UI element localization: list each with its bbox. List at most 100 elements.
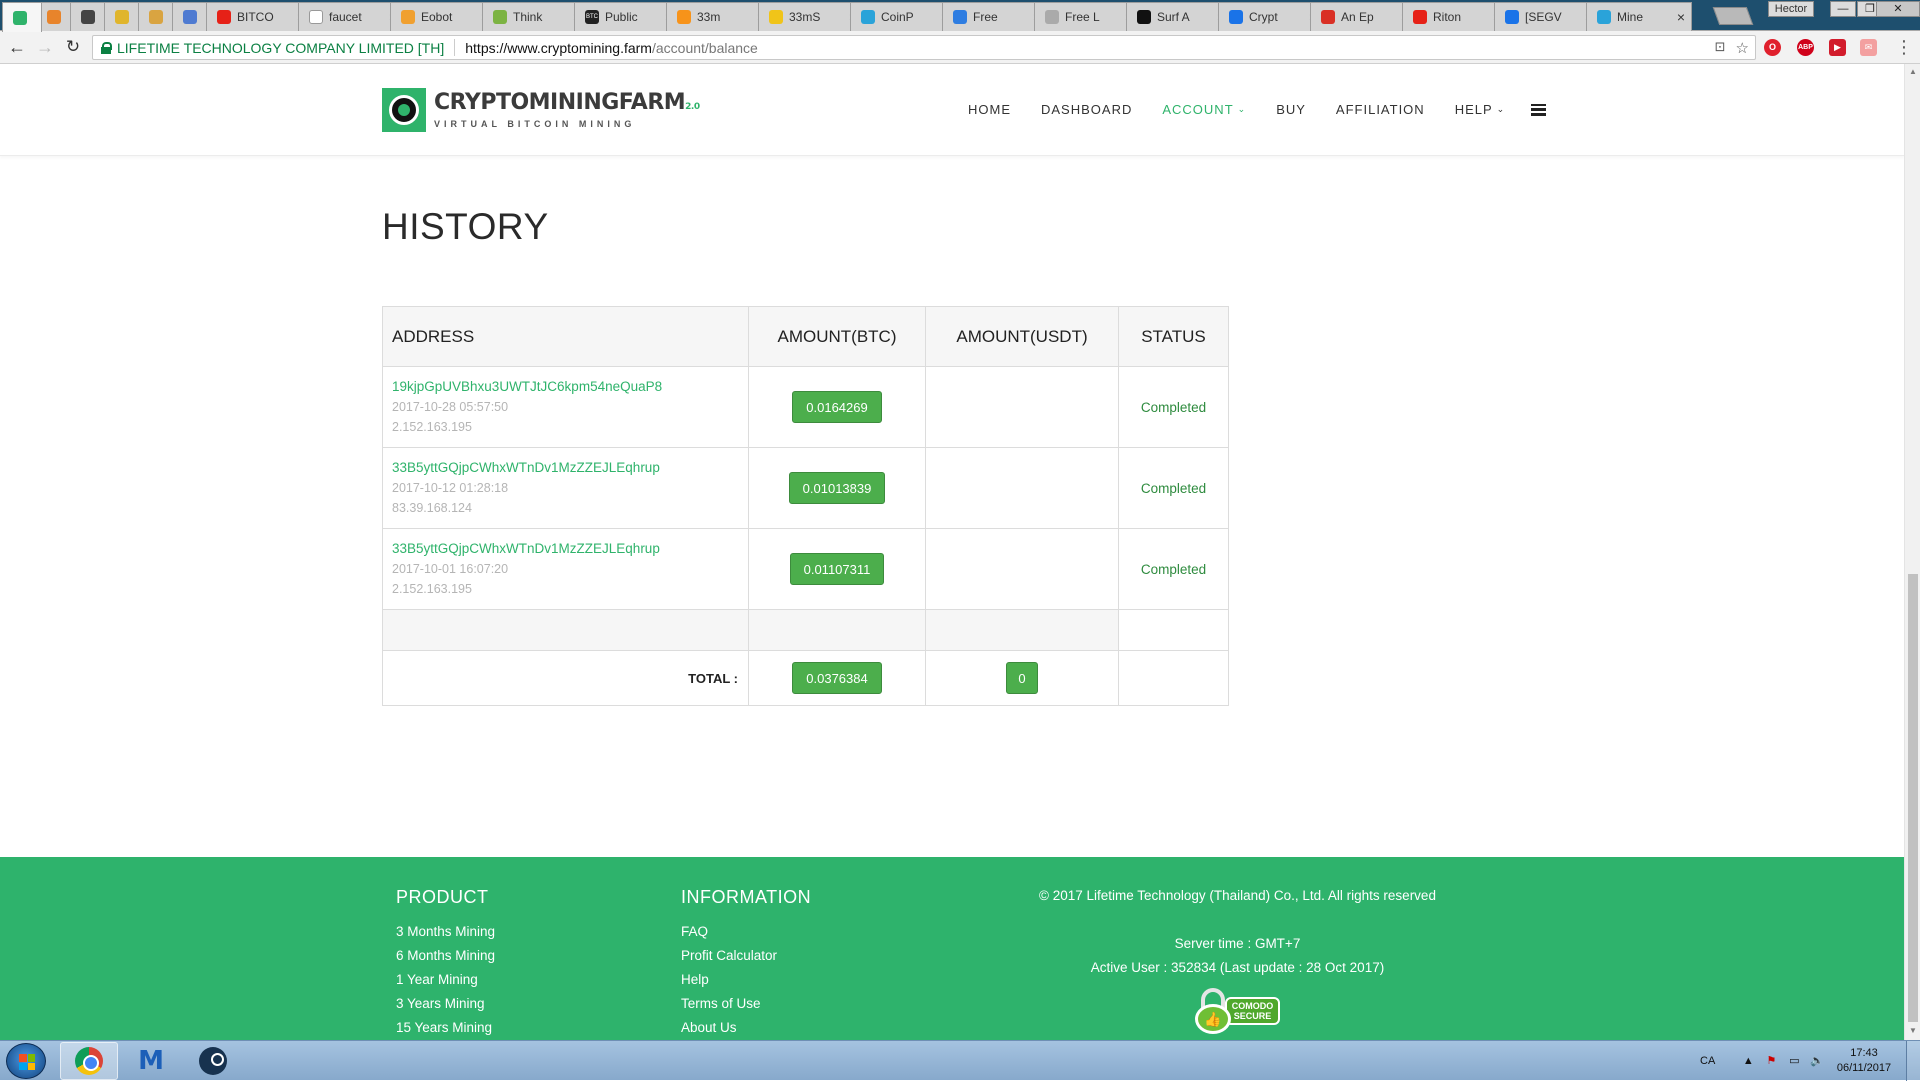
browser-tab[interactable]: 33mS× xyxy=(758,2,864,31)
nav-affiliation[interactable]: AFFILIATION xyxy=(1336,102,1425,117)
youtube-extension-icon[interactable]: ▶ xyxy=(1829,39,1846,56)
footer-link[interactable]: 15 Years Mining xyxy=(396,1016,495,1040)
hamburger-menu-icon[interactable] xyxy=(1531,103,1547,116)
tab-title: Think xyxy=(513,10,543,24)
footer-link[interactable]: FAQ xyxy=(681,920,811,944)
amount-btc-cell: 0.01107311 xyxy=(748,528,926,610)
browser-tab[interactable]: 33m× xyxy=(666,2,772,31)
forward-icon[interactable]: → xyxy=(34,37,56,59)
total-label: TOTAL : xyxy=(382,650,749,706)
back-icon[interactable]: ← xyxy=(6,37,28,59)
footer-link[interactable]: Profit Calculator xyxy=(681,944,811,968)
scrollbar-thumb[interactable] xyxy=(1908,574,1918,1022)
browser-tab[interactable]: Riton× xyxy=(1402,2,1508,31)
browser-tab[interactable]: Free× xyxy=(942,2,1048,31)
scroll-up-icon[interactable]: ▲ xyxy=(1908,67,1918,76)
address-bar[interactable]: LIFETIME TECHNOLOGY COMPANY LIMITED [TH]… xyxy=(92,35,1756,60)
browser-tab-strip: Hector — ❐ ✕ BITCO×faucet×Eobot×Think×BT… xyxy=(0,0,1920,32)
close-tab-icon[interactable]: × xyxy=(1677,9,1685,25)
browser-tab[interactable]: Free L× xyxy=(1034,2,1140,31)
browser-tab[interactable]: [SEGV× xyxy=(1494,2,1600,31)
minimize-button[interactable]: — xyxy=(1830,1,1856,17)
nav-label: AFFILIATION xyxy=(1335,102,1425,117)
site-logo[interactable]: CRYPTOMININGFARM2.0 VIRTUAL BITCOIN MINI… xyxy=(382,88,700,132)
page-title: HISTORY xyxy=(382,206,549,247)
action-center-icon[interactable]: ⚑ xyxy=(1764,1054,1778,1068)
taskbar-steam[interactable] xyxy=(184,1042,242,1080)
comodo-secure-badge[interactable]: 👍 COMODO SECURE xyxy=(1194,988,1281,1034)
opera-extension-icon[interactable]: O xyxy=(1764,39,1781,56)
tab-title: Eobot xyxy=(421,10,453,24)
browser-tab[interactable]: Mine × xyxy=(1586,2,1692,31)
nav-account[interactable]: ACCOUNT ⌄ xyxy=(1162,102,1246,117)
taskbar-clock[interactable]: 17:43 06/11/2017 xyxy=(1826,1046,1902,1076)
status-cell: Completed xyxy=(1118,366,1229,448)
reload-icon[interactable]: ↻ xyxy=(62,37,84,59)
history-table: ADDRESS AMOUNT(BTC) AMOUNT(USDT) STATUS … xyxy=(382,306,1229,706)
droplet-icon xyxy=(47,10,61,24)
browser-tab[interactable] xyxy=(2,2,42,32)
comodo-label: COMODO SECURE xyxy=(1224,997,1281,1025)
footer-link[interactable]: 3 Years Mining xyxy=(396,992,495,1016)
empty-cell xyxy=(925,609,1119,651)
tab-title: 33m xyxy=(697,10,721,24)
start-button[interactable] xyxy=(6,1043,46,1079)
browser-tab[interactable]: BTCPublic× xyxy=(574,2,680,31)
volume-icon[interactable]: 🔈 xyxy=(1810,1054,1824,1068)
browser-tab[interactable]: Crypt× xyxy=(1218,2,1324,31)
tab-title: CoinP xyxy=(881,10,914,24)
table-row: 33B5yttGQjpCWhxWTnDv1MzZZEJLEqhrup 2017-… xyxy=(382,447,1229,529)
language-indicator[interactable]: CA xyxy=(1700,1055,1715,1067)
taskbar-malwarebytes[interactable]: M xyxy=(122,1042,180,1080)
amount-btc-badge: 0.01107311 xyxy=(789,553,885,585)
nav-help[interactable]: HELP ⌄ xyxy=(1455,102,1506,117)
litecoin-icon xyxy=(1045,10,1059,24)
tab-title: An Ep xyxy=(1341,10,1374,24)
new-tab-button[interactable] xyxy=(1712,7,1754,25)
taskbar-chrome[interactable] xyxy=(60,1042,118,1080)
close-window-button[interactable]: ✕ xyxy=(1876,1,1920,17)
tab-title: Mine xyxy=(1617,10,1644,24)
profile-button[interactable]: Hector xyxy=(1768,1,1814,17)
show-hidden-icons-icon[interactable]: ▲ xyxy=(1741,1054,1755,1068)
footer-link[interactable]: 6 Months Mining xyxy=(396,944,495,968)
show-desktop-button[interactable] xyxy=(1906,1041,1920,1081)
tab-title: faucet xyxy=(329,10,362,24)
total-usdt-cell: 0 xyxy=(925,650,1119,706)
address-link[interactable]: 33B5yttGQjpCWhxWTnDv1MzZZEJLEqhrup xyxy=(392,458,748,478)
footer-link[interactable]: Terms of Use xyxy=(681,992,811,1016)
nav-dashboard[interactable]: DASHBOARD xyxy=(1041,102,1132,117)
browser-tab[interactable]: BITCO× xyxy=(206,2,312,31)
bookmark-star-icon[interactable]: ☆ xyxy=(1736,39,1749,57)
browser-tab[interactable]: faucet× xyxy=(298,2,404,31)
tab-title: Free L xyxy=(1065,10,1100,24)
translate-icon[interactable]: ⊡ xyxy=(1715,39,1726,57)
network-icon[interactable]: ▭ xyxy=(1787,1054,1801,1068)
footer-link[interactable]: 3 Months Mining xyxy=(396,920,495,944)
address-link[interactable]: 33B5yttGQjpCWhxWTnDv1MzZZEJLEqhrup xyxy=(392,539,748,559)
nav-home[interactable]: HOME xyxy=(968,102,1011,117)
chevron-down-icon: ⌄ xyxy=(1496,104,1506,114)
address-link[interactable]: 19kjpGpUVBhxu3UWTJtJC6kpm54neQuaP8 xyxy=(392,377,748,397)
browser-tab[interactable]: An Ep× xyxy=(1310,2,1416,31)
browser-tab[interactable]: Surf A× xyxy=(1126,2,1232,31)
crypt-icon xyxy=(1229,10,1243,24)
lock-icon xyxy=(101,41,112,54)
browser-menu-icon[interactable]: ⋮ xyxy=(1895,38,1913,56)
circle-icon xyxy=(13,10,27,25)
scroll-down-icon[interactable]: ▼ xyxy=(1908,1026,1918,1035)
footer-link[interactable]: 1 Year Mining xyxy=(396,968,495,992)
browser-tab[interactable]: Think× xyxy=(482,2,588,31)
steam-icon xyxy=(199,1047,227,1075)
chrome-icon xyxy=(75,1047,103,1075)
browser-tab[interactable]: CoinP× xyxy=(850,2,956,31)
amount-usdt-cell xyxy=(925,528,1119,610)
footer-link[interactable]: Help xyxy=(681,968,811,992)
extension-icon[interactable]: ✉ xyxy=(1860,39,1877,56)
nav-buy[interactable]: BUY xyxy=(1276,102,1306,117)
footer-link[interactable]: About Us xyxy=(681,1016,811,1040)
browser-tab[interactable]: Eobot× xyxy=(390,2,496,31)
page-scrollbar[interactable]: ▲ ▼ xyxy=(1904,64,1920,1040)
adblock-extension-icon[interactable]: ABP xyxy=(1797,39,1814,56)
certificate-name[interactable]: LIFETIME TECHNOLOGY COMPANY LIMITED [TH] xyxy=(117,40,444,56)
